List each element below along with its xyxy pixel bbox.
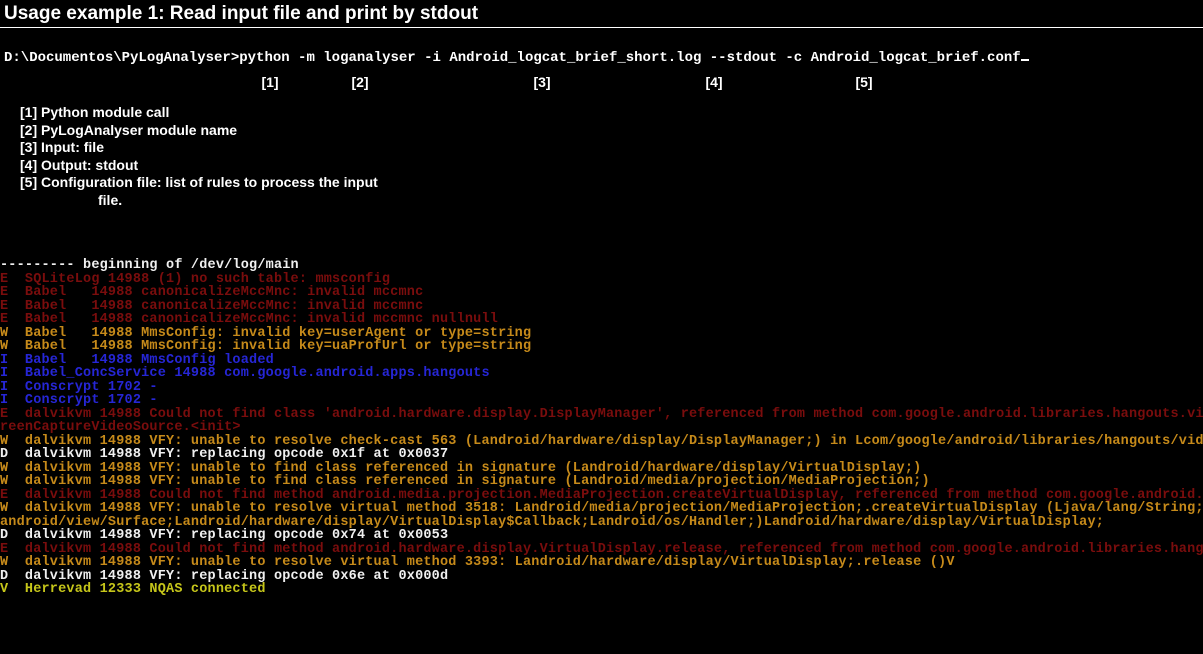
log-line: W Babel 14988 MmsConfig: invalid key=uaP…: [0, 340, 1203, 354]
log-line: E Babel 14988 canonicalizeMccMnc: invali…: [0, 286, 1203, 300]
annotation-row: [1][2][3][4][5]: [0, 74, 1203, 90]
log-line: E Babel 14988 canonicalizeMccMnc: invali…: [0, 300, 1203, 314]
command-line: D:\Documentos\PyLogAnalyser>python -m lo…: [0, 50, 1203, 66]
legend-5b: file.: [20, 192, 1203, 210]
log-line: W dalvikvm 14988 VFY: unable to resolve …: [0, 502, 1203, 516]
legend-5: [5] Configuration file: list of rules to…: [20, 174, 1203, 192]
log-line: E dalvikvm 14988 Could not find method a…: [0, 543, 1203, 557]
log-line: I Conscrypt 1702 -: [0, 394, 1203, 408]
log-line: android/view/Surface;Landroid/hardware/d…: [0, 516, 1203, 530]
page-title: Usage example 1: Read input file and pri…: [0, 0, 1203, 28]
log-line: I Conscrypt 1702 -: [0, 381, 1203, 395]
annot-1: [1]: [230, 74, 310, 90]
cmd-part-3-val: Android_logcat_brief_short.log: [449, 50, 701, 66]
legend-3: [3] Input: file: [20, 139, 1203, 157]
cmd-part-3-flag: -i: [424, 50, 441, 66]
log-line: W dalvikvm 14988 VFY: unable to resolve …: [0, 556, 1203, 570]
legend-2: [2] PyLogAnalyser module name: [20, 122, 1203, 140]
log-line: W dalvikvm 14988 VFY: unable to resolve …: [0, 435, 1203, 449]
cmd-part-5-flag: -c: [785, 50, 802, 66]
log-output: --------- beginning of /dev/log/mainE SQ…: [0, 259, 1203, 597]
prompt: D:\Documentos\PyLogAnalyser>: [4, 50, 239, 66]
legend-4: [4] Output: stdout: [20, 157, 1203, 175]
log-line: I Babel 14988 MmsConfig loaded: [0, 354, 1203, 368]
legend-1: [1] Python module call: [20, 104, 1203, 122]
log-line: W Babel 14988 MmsConfig: invalid key=use…: [0, 327, 1203, 341]
log-line: I Babel_ConcService 14988 com.google.and…: [0, 367, 1203, 381]
cmd-part-4: --stdout: [710, 50, 777, 66]
log-line: W dalvikvm 14988 VFY: unable to find cla…: [0, 475, 1203, 489]
log-line: reenCaptureVideoSource.<init>: [0, 421, 1203, 435]
log-line: D dalvikvm 14988 VFY: replacing opcode 0…: [0, 529, 1203, 543]
cmd-part-1: python -m: [239, 50, 315, 66]
log-line: D dalvikvm 14988 VFY: replacing opcode 0…: [0, 448, 1203, 462]
log-line: E SQLiteLog 14988 (1) no such table: mms…: [0, 273, 1203, 287]
log-line: --------- beginning of /dev/log/main: [0, 259, 1203, 273]
annot-3: [3]: [410, 74, 674, 90]
log-line: E dalvikvm 14988 Could not find class 'a…: [0, 408, 1203, 422]
log-line: E Babel 14988 canonicalizeMccMnc: invali…: [0, 313, 1203, 327]
cursor-icon: [1021, 59, 1029, 61]
cmd-part-2: loganalyser: [323, 50, 415, 66]
annot-5: [5]: [754, 74, 974, 90]
log-line: E dalvikvm 14988 Could not find method a…: [0, 489, 1203, 503]
cmd-part-5-val: Android_logcat_brief.conf: [811, 50, 1021, 66]
log-line: W dalvikvm 14988 VFY: unable to find cla…: [0, 462, 1203, 476]
legend: [1] Python module call [2] PyLogAnalyser…: [0, 104, 1203, 209]
annot-2: [2]: [310, 74, 410, 90]
annot-4: [4]: [674, 74, 754, 90]
log-line: D dalvikvm 14988 VFY: replacing opcode 0…: [0, 570, 1203, 584]
log-line: V Herrevad 12333 NQAS connected: [0, 583, 1203, 597]
